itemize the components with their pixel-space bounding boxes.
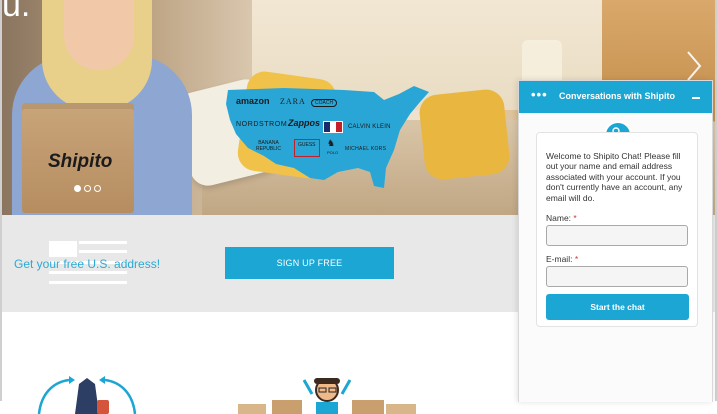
carousel-dots <box>74 185 101 192</box>
more-dots-icon[interactable]: ••• <box>531 88 548 101</box>
chat-title: Conversations with Shipito <box>559 91 676 101</box>
hero-heading-partial: u. <box>2 0 31 24</box>
chat-welcome-message: Welcome to Shipito Chat! Please fill out… <box>546 151 683 203</box>
brand-nordstrom: NORDSTROM <box>236 121 288 128</box>
name-label: Name: * <box>546 213 577 223</box>
email-required-mark: * <box>574 254 579 264</box>
brand-coach: COACH <box>311 99 338 107</box>
chat-prechat-form: Welcome to Shipito Chat! Please fill out… <box>536 132 698 327</box>
us-brands-map: amazon ZARA COACH NORDSTROM Zappos CALVI… <box>224 80 432 192</box>
chat-widget: ••• Conversations with Shipito Welcome t… <box>518 80 713 402</box>
carousel-dot-2[interactable] <box>84 185 91 192</box>
brand-banana-republic: BANANA REPUBLIC <box>256 140 282 152</box>
email-field[interactable] <box>546 266 688 287</box>
polo-horse-icon: ♞ <box>327 138 336 148</box>
brand-calvin-klein: CALVIN KLEIN <box>348 124 391 130</box>
tommy-flag-icon <box>323 121 343 133</box>
minimize-icon[interactable] <box>692 97 700 99</box>
consolidation-suit-icon <box>37 376 137 414</box>
sign-up-free-button[interactable]: SIGN UP FREE <box>225 247 394 279</box>
box-brand-logo: Shipito <box>48 151 113 172</box>
start-chat-button[interactable]: Start the chat <box>546 294 689 320</box>
name-field[interactable] <box>546 225 688 246</box>
free-address-text: Get your free U.S. address! <box>14 257 161 271</box>
brand-michael-kors: MICHAEL KORS <box>345 146 387 152</box>
happy-customer-icon <box>238 378 416 414</box>
carousel-dot-3[interactable] <box>94 185 101 192</box>
name-required-mark: * <box>573 213 577 223</box>
brand-polo: POLO <box>327 150 339 155</box>
shipping-box: Shipito <box>22 103 134 213</box>
brand-zara: ZARA <box>280 97 306 106</box>
email-label: E-mail: * <box>546 254 579 264</box>
carousel-dot-1[interactable] <box>74 185 81 192</box>
brand-zappos: Zappos <box>288 118 321 128</box>
hero-photo-woman: Shipito <box>2 0 202 215</box>
chat-header: ••• Conversations with Shipito <box>519 81 712 113</box>
carousel-next-arrow-icon[interactable] <box>685 50 703 82</box>
brand-guess: GUESS <box>294 139 320 157</box>
brand-amazon: amazon <box>236 96 270 106</box>
